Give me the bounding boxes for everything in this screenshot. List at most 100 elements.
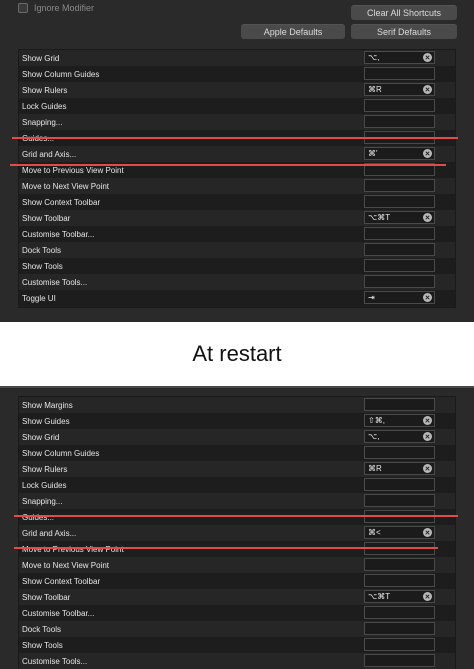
shortcut-keys: ⌘R bbox=[368, 464, 382, 473]
shortcut-row[interactable]: Move to Previous View Point bbox=[19, 541, 455, 557]
shortcut-field[interactable] bbox=[364, 67, 435, 80]
shortcut-row[interactable]: Show Rulers ⌘R bbox=[19, 461, 455, 477]
shortcut-row[interactable]: Guides... bbox=[19, 509, 455, 525]
shortcut-field[interactable] bbox=[364, 638, 435, 651]
preferences-panel-bottom: Show Margins Show Guides ⇧⌘, Show Grid ⌥, Sho… bbox=[0, 386, 474, 669]
shortcut-field[interactable] bbox=[364, 195, 435, 208]
serif-defaults-button[interactable]: Serif Defaults bbox=[351, 24, 457, 39]
shortcut-row[interactable]: Show Tools bbox=[19, 637, 455, 653]
shortcut-field[interactable] bbox=[364, 398, 435, 411]
shortcut-keys: ⌥⌘T bbox=[368, 213, 391, 222]
shortcut-field[interactable] bbox=[364, 243, 435, 256]
shortcut-field[interactable]: ⌥, bbox=[364, 430, 435, 443]
shortcut-field[interactable] bbox=[364, 275, 435, 288]
shortcut-field[interactable] bbox=[364, 179, 435, 192]
shortcut-row[interactable]: Lock Guides bbox=[19, 477, 455, 493]
clear-all-shortcuts-button[interactable]: Clear All Shortcuts bbox=[351, 5, 457, 20]
shortcut-row[interactable]: Move to Next View Point bbox=[19, 557, 455, 573]
shortcut-field[interactable] bbox=[364, 574, 435, 587]
clear-shortcut-icon[interactable] bbox=[423, 528, 432, 537]
shortcut-keys: ⌥⌘T bbox=[368, 592, 391, 601]
shortcut-field[interactable] bbox=[364, 606, 435, 619]
shortcut-field[interactable]: ⇥ bbox=[364, 291, 435, 304]
shortcuts-table-bottom: Show Margins Show Guides ⇧⌘, Show Grid ⌥, Sho… bbox=[18, 396, 456, 669]
clear-shortcut-icon[interactable] bbox=[423, 293, 432, 302]
shortcut-row[interactable]: Customise Tools... bbox=[19, 274, 455, 290]
clear-shortcut-icon[interactable] bbox=[423, 416, 432, 425]
shortcut-row[interactable]: Move to Next View Point bbox=[19, 178, 455, 194]
shortcut-row-label: Move to Previous View Point bbox=[22, 165, 124, 175]
shortcut-row-label: Grid and Axis... bbox=[22, 149, 77, 159]
shortcut-row[interactable]: Show Toolbar ⌥⌘T bbox=[19, 589, 455, 605]
caption-text: At restart bbox=[0, 322, 474, 386]
shortcut-field[interactable] bbox=[364, 654, 435, 667]
shortcut-row[interactable]: Lock Guides bbox=[19, 98, 455, 114]
shortcut-row[interactable]: Show Tools bbox=[19, 258, 455, 274]
shortcut-row[interactable]: Show Grid ⌥, bbox=[19, 429, 455, 445]
shortcut-row-label: Lock Guides bbox=[22, 101, 67, 111]
shortcut-keys: ⌥, bbox=[368, 53, 380, 62]
clear-shortcut-icon[interactable] bbox=[423, 464, 432, 473]
shortcut-row-label: Show Guides bbox=[22, 416, 70, 426]
shortcut-row[interactable]: Show Toolbar ⌥⌘T bbox=[19, 210, 455, 226]
shortcut-keys: ⌘R bbox=[368, 85, 382, 94]
shortcut-row[interactable]: Show Rulers ⌘R bbox=[19, 82, 455, 98]
shortcut-row[interactable]: Show Column Guides bbox=[19, 445, 455, 461]
clear-shortcut-icon[interactable] bbox=[423, 85, 432, 94]
ignore-modifier-checkbox[interactable] bbox=[18, 3, 28, 13]
shortcut-field[interactable] bbox=[364, 494, 435, 507]
clear-shortcut-icon[interactable] bbox=[423, 432, 432, 441]
clear-shortcut-icon[interactable] bbox=[423, 53, 432, 62]
shortcut-row[interactable]: Customise Toolbar... bbox=[19, 226, 455, 242]
shortcut-row[interactable]: Show Guides ⇧⌘, bbox=[19, 413, 455, 429]
shortcut-row-label: Grid and Axis... bbox=[22, 528, 77, 538]
shortcut-row-label: Customise Toolbar... bbox=[22, 229, 95, 239]
shortcut-keys: ⇥ bbox=[368, 293, 375, 302]
clear-shortcut-icon[interactable] bbox=[423, 213, 432, 222]
shortcut-row[interactable]: Show Context Toolbar bbox=[19, 194, 455, 210]
shortcut-field[interactable]: ⌘' bbox=[364, 147, 435, 160]
shortcut-row-label: Move to Next View Point bbox=[22, 560, 110, 570]
shortcut-row-label: Dock Tools bbox=[22, 245, 61, 255]
shortcut-field[interactable] bbox=[364, 558, 435, 571]
shortcut-field[interactable] bbox=[364, 259, 435, 272]
shortcut-field[interactable] bbox=[364, 622, 435, 635]
shortcut-row[interactable]: Snapping... bbox=[19, 493, 455, 509]
shortcut-row[interactable]: Customise Toolbar... bbox=[19, 605, 455, 621]
shortcut-row-label: Customise Tools... bbox=[22, 656, 88, 666]
shortcut-row[interactable]: Show Margins bbox=[19, 397, 455, 413]
shortcut-field[interactable] bbox=[364, 478, 435, 491]
shortcut-field[interactable]: ⇧⌘, bbox=[364, 414, 435, 427]
shortcut-row[interactable]: Show Context Toolbar bbox=[19, 573, 455, 589]
shortcut-row[interactable]: Snapping... bbox=[19, 114, 455, 130]
shortcut-field[interactable] bbox=[364, 446, 435, 459]
shortcut-field[interactable]: ⌘R bbox=[364, 462, 435, 475]
shortcut-field[interactable] bbox=[364, 115, 435, 128]
shortcut-field[interactable] bbox=[364, 99, 435, 112]
shortcut-row[interactable]: Dock Tools bbox=[19, 621, 455, 637]
shortcut-keys: ⌥, bbox=[368, 432, 380, 441]
shortcut-row-label: Show Context Toolbar bbox=[22, 197, 101, 207]
shortcut-field[interactable]: ⌘< bbox=[364, 526, 435, 539]
shortcut-row-label: Show Column Guides bbox=[22, 69, 100, 79]
apple-defaults-button[interactable]: Apple Defaults bbox=[241, 24, 345, 39]
shortcut-row[interactable]: Dock Tools bbox=[19, 242, 455, 258]
shortcut-row-label: Customise Tools... bbox=[22, 277, 88, 287]
clear-shortcut-icon[interactable] bbox=[423, 592, 432, 601]
shortcut-field[interactable]: ⌥⌘T bbox=[364, 211, 435, 224]
shortcut-row-label: Toggle UI bbox=[22, 293, 56, 303]
shortcut-row-label: Show Rulers bbox=[22, 464, 68, 474]
shortcut-field[interactable]: ⌘R bbox=[364, 83, 435, 96]
annotation-strike-line bbox=[10, 164, 446, 166]
shortcut-row[interactable]: Toggle UI ⇥ bbox=[19, 290, 455, 306]
shortcut-row[interactable]: Grid and Axis... ⌘< bbox=[19, 525, 455, 541]
shortcut-field[interactable] bbox=[364, 227, 435, 240]
shortcut-field[interactable]: ⌥, bbox=[364, 51, 435, 64]
ignore-modifier-option[interactable]: Ignore Modifier bbox=[18, 3, 94, 13]
clear-shortcut-icon[interactable] bbox=[423, 149, 432, 158]
shortcut-row[interactable]: Customise Tools... bbox=[19, 653, 455, 669]
shortcut-row[interactable]: Grid and Axis... ⌘' bbox=[19, 146, 455, 162]
shortcut-row[interactable]: Show Grid ⌥, bbox=[19, 50, 455, 66]
shortcut-field[interactable]: ⌥⌘T bbox=[364, 590, 435, 603]
shortcut-row[interactable]: Show Column Guides bbox=[19, 66, 455, 82]
